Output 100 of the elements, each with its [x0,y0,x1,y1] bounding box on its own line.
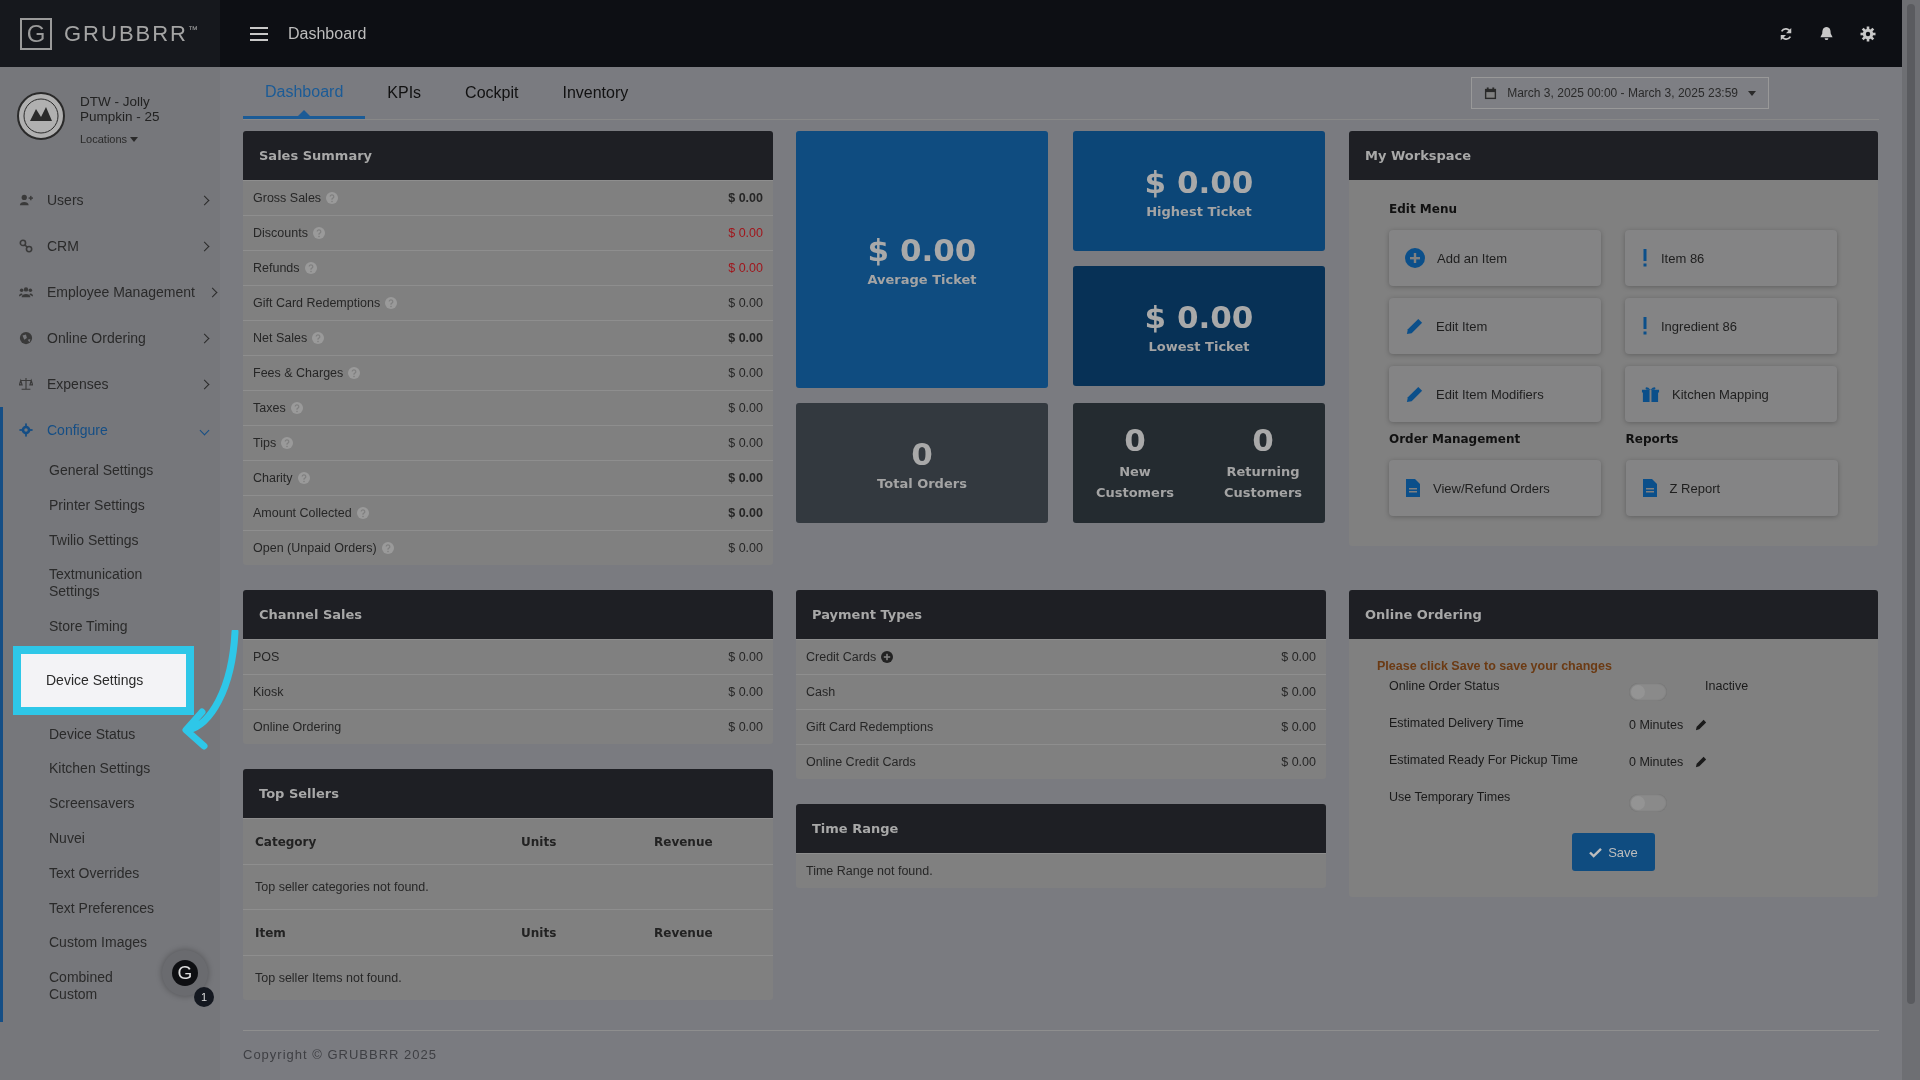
row-label: Gift Card Redemptions [806,720,934,734]
workspace-action-button[interactable]: Ingredient 86 [1625,298,1837,354]
workspace-action-button[interactable]: Kitchen Mapping [1625,366,1837,422]
sidebar-item[interactable]: CRM [0,223,220,269]
document-icon [1641,478,1658,498]
row-label: Gift Card Redemptions [253,296,381,310]
row-label: Taxes [253,401,286,415]
sidebar-item[interactable]: Employee Management [0,269,220,315]
help-icon [381,542,394,554]
panel-title: My Workspace [1349,131,1878,180]
exclamation-icon [1641,248,1649,268]
sidebar-subitem[interactable]: Screensavers [3,786,139,821]
workspace-action-button[interactable]: Edit Item Modifiers [1389,366,1601,422]
kpi-label: Highest Ticket [1146,203,1252,219]
pencil-icon [1405,316,1424,336]
status-text: Inactive [1705,679,1749,693]
row-label: Amount Collected [253,506,352,520]
column-header: Revenue [654,834,714,849]
save-button[interactable]: Save [1572,833,1655,871]
sidebar-subitem[interactable]: Kitchen Settings [3,751,155,787]
row-value: $ 0.00 [728,541,763,555]
kpi-value: $ 0.00 [1144,163,1254,200]
kpi-value: $ 0.00 [1144,298,1254,335]
kpi-value: 0 [1252,422,1274,459]
sidebar-item[interactable]: Expenses [0,361,220,407]
row-label: Credit Cards [806,650,877,664]
sidebar-subitem[interactable]: Text Preferences [3,890,159,926]
row-value: $ 0.00 [728,650,763,664]
link-icon [19,239,33,253]
help-icon [297,472,310,484]
plus-circle-icon[interactable] [881,651,894,663]
help-icon [385,297,398,309]
sidebar-item[interactable]: Users [0,177,220,223]
group-icon [19,285,33,299]
gift-icon [1641,384,1660,404]
sidebar-item[interactable]: Online Ordering [0,315,220,361]
column-header: Units [521,834,558,849]
column-header: Category [255,834,318,849]
panel-title: Sales Summary [243,131,773,180]
toggle-switch[interactable] [1629,794,1667,812]
sidebar-subitem[interactable]: Custom Images [3,925,152,961]
sidebar-subitem[interactable]: Text Overrides [3,855,144,891]
date-range-picker[interactable]: March 3, 2025 00:00 - March 3, 2025 23:59 [1471,77,1769,109]
row-value: $ 0.00 [1281,755,1316,769]
row-value: $ 0.00 [728,436,763,450]
setting-label: Estimated Ready For Pickup Time [1389,753,1579,767]
tab[interactable]: Cockpit [443,67,541,119]
settings-icon[interactable] [1860,25,1876,42]
menu-icon[interactable] [250,26,268,41]
refresh-icon[interactable] [1779,26,1793,41]
sidebar-item[interactable]: Configure [0,407,220,453]
panel-title: Payment Types [796,590,1326,639]
row-label: Discounts [253,226,308,240]
help-icon [356,507,369,519]
pencil-icon[interactable] [1695,756,1708,768]
help-icon [312,227,325,239]
sidebar-subitem[interactable]: Device Settings [13,645,194,715]
row-value: $ 0.00 [728,506,763,520]
sidebar-subitem[interactable]: Combined Custom [3,960,163,1012]
workspace-action-button[interactable]: Z Report [1625,460,1838,516]
row-value: $ 0.00 [728,226,763,240]
workspace-action-button[interactable]: Item 86 [1625,230,1837,286]
pencil-icon[interactable] [1695,719,1708,731]
sidebar-subitem[interactable]: Device Status [3,716,140,752]
tab[interactable]: Inventory [540,67,651,119]
locations-dropdown[interactable]: Locations [80,132,180,145]
setting-label: Estimated Delivery Time [1389,716,1525,730]
sidebar-subitem[interactable]: Textmunication Settings [3,557,163,609]
scale-icon [19,377,33,391]
row-value: $ 0.00 [728,685,763,699]
store-name: DTW - Jolly Pumpkin - 25 [80,95,161,125]
help-icon [348,367,361,379]
workspace-action-button[interactable]: Edit Item [1389,298,1601,354]
tab[interactable]: KPIs [365,67,444,119]
setting-value: 0 Minutes [1629,755,1684,769]
bell-icon[interactable] [1819,26,1834,41]
panel-title: Top Sellers [243,769,773,818]
toggle-switch[interactable] [1629,683,1667,701]
calendar-icon [1484,86,1498,100]
sidebar-subitem[interactable]: Twilio Settings [3,522,143,558]
page-title: Dashboard [288,24,367,43]
row-value: $ 0.00 [728,471,763,485]
globe-icon [19,331,33,345]
panel-title: Time Range [796,804,1326,853]
tab[interactable]: Dashboard [243,67,366,119]
row-value: $ 0.00 [1281,650,1316,664]
row-label: Online Credit Cards [806,755,916,769]
section-title: Reports [1625,432,1680,446]
exclamation-icon [1641,316,1649,336]
sidebar-subitem[interactable]: Store Timing [3,609,132,644]
sidebar-subitem[interactable]: General Settings [3,453,158,488]
section-title: Edit Menu [1389,202,1458,216]
plus-circle-icon [1405,248,1425,268]
column-header: Item [255,925,287,940]
sidebar-subitem[interactable]: Printer Settings [3,487,149,523]
row-label: Kiosk [253,685,284,699]
workspace-action-button[interactable]: Add an Item [1389,230,1601,286]
workspace-action-button[interactable]: View/Refund Orders [1389,460,1601,516]
help-icon [312,332,325,344]
sidebar-subitem[interactable]: Nuvei [3,820,89,856]
